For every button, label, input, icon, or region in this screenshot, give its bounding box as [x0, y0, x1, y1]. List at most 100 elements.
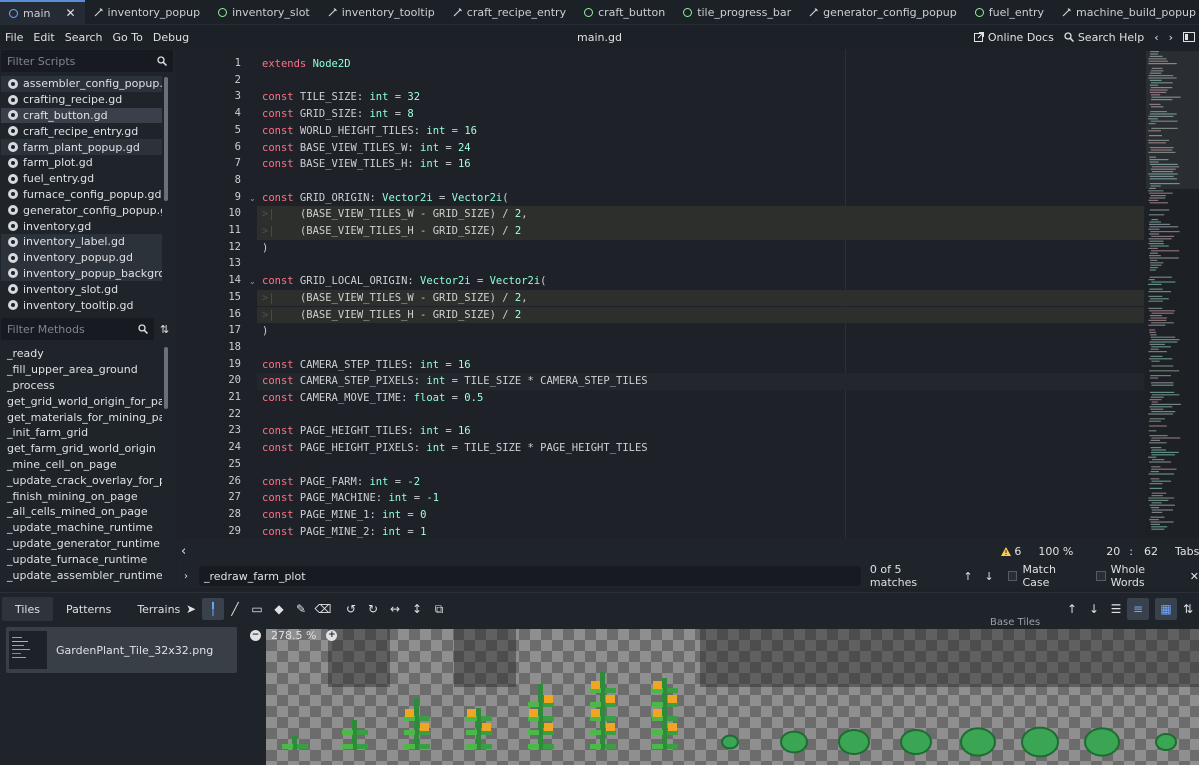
script-list-item[interactable]: farm_plot.gd: [1, 155, 162, 171]
method-list-item[interactable]: _update_crack_overlay_for_page: [1, 472, 162, 488]
script-list-item[interactable]: craft_button.gd: [1, 107, 162, 124]
line-tool-icon[interactable]: ╱: [224, 598, 246, 620]
script-list-item[interactable]: furnace_config_popup.gd: [1, 187, 162, 203]
script-list-item[interactable]: inventory_label.gd: [1, 233, 162, 250]
script-list-item[interactable]: inventory.gd: [1, 218, 162, 234]
rotate-right-icon[interactable]: ↻: [362, 598, 384, 620]
methods-scrollbar[interactable]: [164, 347, 168, 409]
grid-toggle-icon[interactable]: ▦: [1155, 598, 1177, 620]
toggle-panel-arrow-icon[interactable]: ‹: [181, 544, 186, 559]
detail-view-icon[interactable]: ≡: [1127, 598, 1149, 620]
checker-cell: [662, 640, 673, 651]
script-list-item[interactable]: inventory_slot.gd: [1, 281, 162, 297]
script-list-item[interactable]: farm_plant_popup.gd: [1, 139, 162, 155]
rect-tool-icon[interactable]: ▭: [246, 598, 268, 620]
zoom-level[interactable]: 100 %: [1038, 545, 1073, 558]
close-find-icon[interactable]: ✕: [1190, 570, 1199, 583]
method-list-item[interactable]: _all_cells_mined_on_page: [1, 504, 162, 520]
script-list-item[interactable]: craft_recipe_entry.gd: [1, 123, 162, 139]
method-list-item[interactable]: _finish_mining_on_page: [1, 488, 162, 504]
flip-h-icon[interactable]: ↔: [384, 598, 406, 620]
script-list-item[interactable]: generator_config_popup.gd: [1, 202, 162, 218]
tile-atlas-view[interactable]: [266, 629, 1199, 765]
method-list-item[interactable]: get_materials_for_mining_page: [1, 409, 162, 425]
random-tile-icon[interactable]: ⧉: [428, 598, 450, 620]
indent-mode[interactable]: Tabs: [1175, 545, 1199, 558]
method-list-item[interactable]: get_farm_grid_world_origin: [1, 441, 162, 457]
whole-words-checkbox[interactable]: Whole Words: [1095, 563, 1180, 589]
flip-v-icon[interactable]: ↕: [406, 598, 428, 620]
method-list-item[interactable]: _update_generator_runtime: [1, 536, 162, 552]
code-minimap[interactable]: [1146, 49, 1199, 538]
rotate-left-icon[interactable]: ↺: [340, 598, 362, 620]
method-list-item[interactable]: _mine_cell_on_page: [1, 457, 162, 473]
bucket-tool-icon[interactable]: ◆: [268, 598, 290, 620]
tab-inventory-slot[interactable]: inventory_slot: [209, 0, 319, 24]
fold-arrow-icon[interactable]: ⌄: [249, 194, 256, 203]
script-list-item[interactable]: inventory_popup_backgroun...: [1, 265, 162, 282]
zoom-in-icon[interactable]: +: [326, 629, 338, 641]
tilemap-settings-icon[interactable]: ⇅: [1177, 598, 1199, 620]
checker-cell: [442, 728, 453, 739]
find-previous-icon[interactable]: ↑: [963, 570, 972, 583]
filter-methods-input[interactable]: Filter Methods: [1, 318, 154, 340]
method-list-item[interactable]: _fill_upper_area_ground: [1, 362, 162, 378]
picker-tool-icon[interactable]: ✎: [290, 598, 312, 620]
method-list-item[interactable]: get_grid_world_origin_for_page: [1, 393, 162, 409]
tab-inventory-popup[interactable]: inventory_popup: [85, 0, 210, 24]
tab-craft-button[interactable]: craft_button: [575, 0, 674, 24]
zoom-out-icon[interactable]: −: [250, 629, 261, 641]
match-case-checkbox[interactable]: Match Case: [1007, 563, 1084, 589]
menu-edit[interactable]: Edit: [28, 31, 59, 44]
paint-tool-icon[interactable]: ╿: [202, 598, 224, 620]
tab-machine-build-popup[interactable]: machine_build_popup: [1053, 0, 1199, 24]
move-down-icon[interactable]: ↓: [1083, 598, 1105, 620]
tab-tiles[interactable]: Tiles: [2, 597, 53, 621]
tab-inventory-tooltip[interactable]: inventory_tooltip: [319, 0, 444, 24]
method-list-item[interactable]: _process: [1, 378, 162, 394]
tab-patterns[interactable]: Patterns: [53, 597, 124, 621]
sort-methods-icon[interactable]: ⇅: [160, 323, 169, 336]
menu-debug[interactable]: Debug: [148, 31, 194, 44]
filter-scripts-input[interactable]: Filter Scripts: [1, 50, 173, 72]
fold-arrow-icon[interactable]: ⌄: [249, 277, 256, 286]
method-list-item[interactable]: _update_assembler_runtime: [1, 567, 162, 583]
script-list-item[interactable]: fuel_entry.gd: [1, 171, 162, 187]
move-up-icon[interactable]: ↑: [1061, 598, 1083, 620]
minimap-line: [1151, 526, 1168, 528]
eraser-tool-icon[interactable]: ⌫: [312, 598, 334, 620]
menu-file[interactable]: File: [0, 31, 28, 44]
tab-generator-config-popup[interactable]: generator_config_popup: [800, 0, 966, 24]
find-next-icon[interactable]: ↓: [985, 570, 994, 583]
method-list-item[interactable]: _ready: [1, 346, 162, 362]
tab-fuel-entry[interactable]: fuel_entry: [966, 0, 1053, 24]
method-list-item[interactable]: _update_machine_runtime: [1, 520, 162, 536]
online-docs-button[interactable]: Online Docs: [973, 31, 1054, 44]
code-editor[interactable]: 1 extends Node2D 2 3 const TILE_SIZE: int = …: [177, 49, 1199, 538]
menu-search[interactable]: Search: [60, 31, 108, 44]
tab-craft-recipe-entry[interactable]: craft_recipe_entry: [444, 0, 575, 24]
method-list-item[interactable]: _update_furnace_runtime: [1, 551, 162, 567]
scripts-scrollbar[interactable]: [164, 77, 168, 201]
find-toggle-arrow-icon[interactable]: ›: [184, 571, 188, 582]
find-input[interactable]: _redraw_farm_plot: [199, 566, 861, 586]
search-help-button[interactable]: Search Help: [1064, 31, 1144, 44]
script-list-item[interactable]: inventory_popup.gd: [1, 249, 162, 266]
warnings-indicator[interactable]: 6: [1001, 545, 1021, 558]
method-list-item[interactable]: _init_farm_grid: [1, 425, 162, 441]
tab-tile-progress-bar[interactable]: tile_progress_bar: [674, 0, 800, 24]
tab-main[interactable]: main ✕: [0, 0, 85, 24]
select-tool-icon[interactable]: ➤: [180, 598, 202, 620]
minimap-line: [1148, 192, 1173, 194]
checker-cell: [937, 728, 948, 739]
distraction-free-icon[interactable]: [1183, 32, 1195, 42]
script-list-item[interactable]: assembler_config_popup.gd: [1, 76, 162, 92]
history-forward-button[interactable]: ›: [1169, 31, 1173, 44]
tile-source-item[interactable]: GardenPlant_Tile_32x32.png: [6, 627, 237, 673]
script-list-item[interactable]: crafting_recipe.gd: [1, 92, 162, 108]
close-tab-icon[interactable]: ✕: [65, 6, 75, 20]
list-view-icon[interactable]: ☰: [1105, 598, 1127, 620]
history-back-button[interactable]: ‹: [1154, 31, 1158, 44]
script-list-item[interactable]: inventory_tooltip.gd: [1, 297, 162, 313]
menu-go-to[interactable]: Go To: [108, 31, 148, 44]
